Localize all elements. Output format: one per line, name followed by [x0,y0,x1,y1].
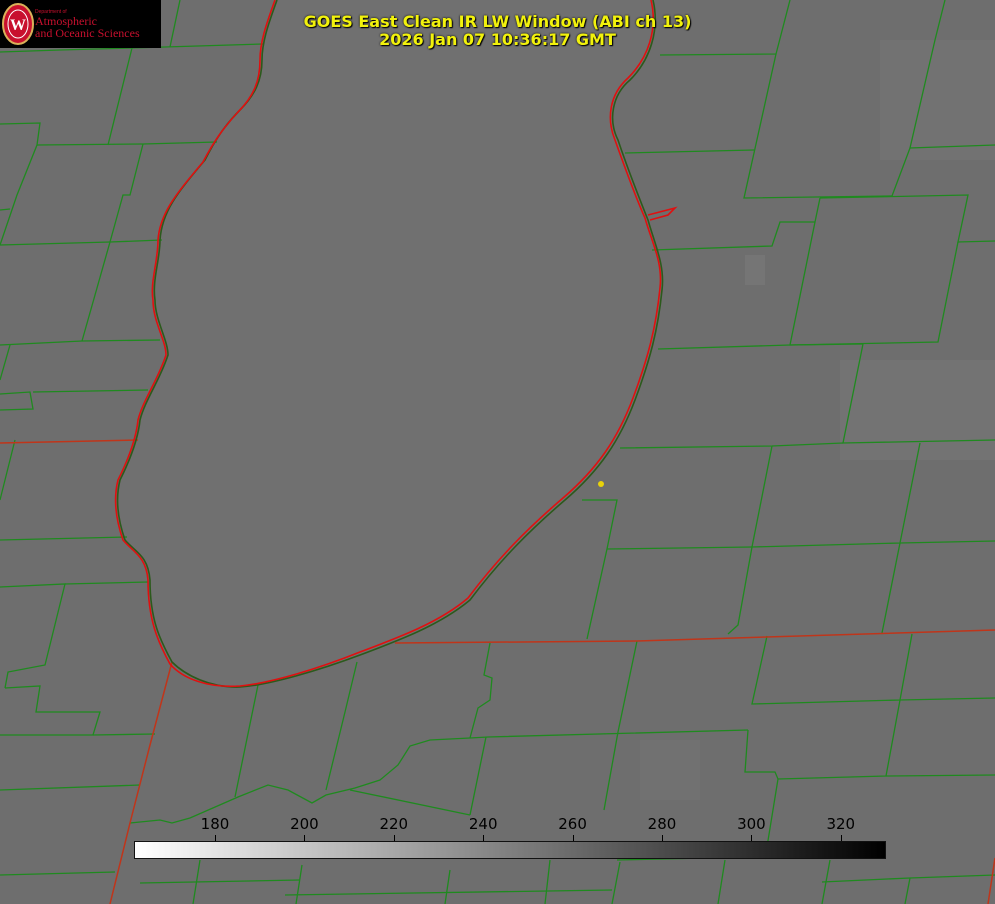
map-canvas [0,0,995,904]
colorbar-tick-label: 220 [379,815,409,833]
colorbar [134,841,886,859]
colorbar-tick-label: 300 [737,815,766,833]
colorbar-tick-label: 240 [468,815,498,833]
satellite-image-viewer: W Department of Atmospheric and Oceanic … [0,0,995,904]
location-marker [598,481,604,487]
colorbar-tick-label: 280 [647,815,677,833]
colorbar-tick-label: 180 [200,815,230,833]
cloud-patch [840,360,995,460]
cloud-patch [880,40,995,160]
cloud-patch [745,255,765,285]
image-timestamp: 2026 Jan 07 10:36:17 GMT [379,30,616,49]
cloud-patch [640,740,700,800]
image-title: GOES East Clean IR LW Window (ABI ch 13) [303,12,692,31]
colorbar-tick-label: 320 [826,815,856,833]
colorbar-tick-label: 260 [558,815,587,833]
colorbar-tick-label: 200 [290,815,319,833]
